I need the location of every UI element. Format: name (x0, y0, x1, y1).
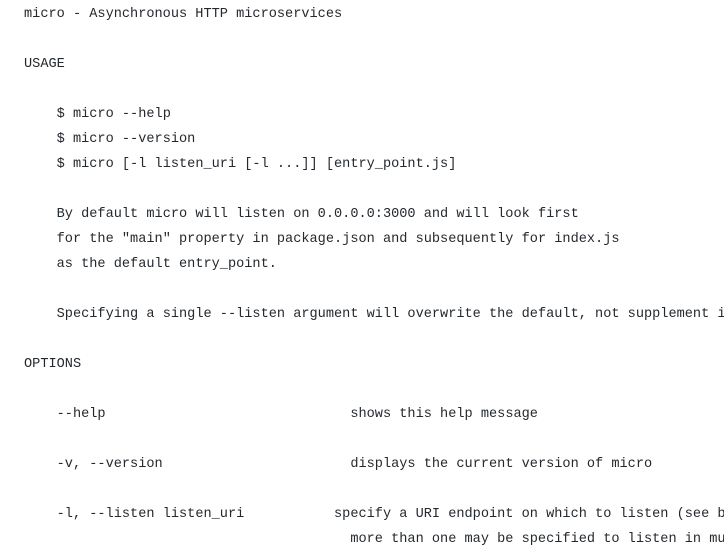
option-flag-help: --help (57, 407, 106, 422)
usage-desc-3: as the default entry_point. (57, 257, 277, 272)
usage-line-1: $ micro --help (57, 107, 171, 122)
help-text: micro - Asynchronous HTTP microservices … (0, 0, 724, 552)
options-header: OPTIONS (24, 357, 81, 372)
usage-desc-1: By default micro will listen on 0.0.0.0:… (57, 207, 579, 222)
usage-line-2: $ micro --version (57, 132, 196, 147)
usage-desc-2: for the "main" property in package.json … (57, 232, 620, 247)
option-desc-listen-1: specify a URI endpoint on which to liste… (334, 507, 724, 522)
option-flag-version: -v, --version (57, 457, 163, 472)
option-desc-version: displays the current version of micro (350, 457, 652, 472)
option-flag-listen: -l, --listen listen_uri (57, 507, 245, 522)
title-line: micro - Asynchronous HTTP microservices (24, 7, 342, 22)
usage-note: Specifying a single --listen argument wi… (57, 307, 724, 322)
option-desc-listen-2: more than one may be specified to listen… (350, 532, 724, 547)
option-desc-help: shows this help message (350, 407, 538, 422)
usage-header: USAGE (24, 57, 65, 72)
usage-line-3: $ micro [-l listen_uri [-l ...]] [entry_… (57, 157, 457, 172)
